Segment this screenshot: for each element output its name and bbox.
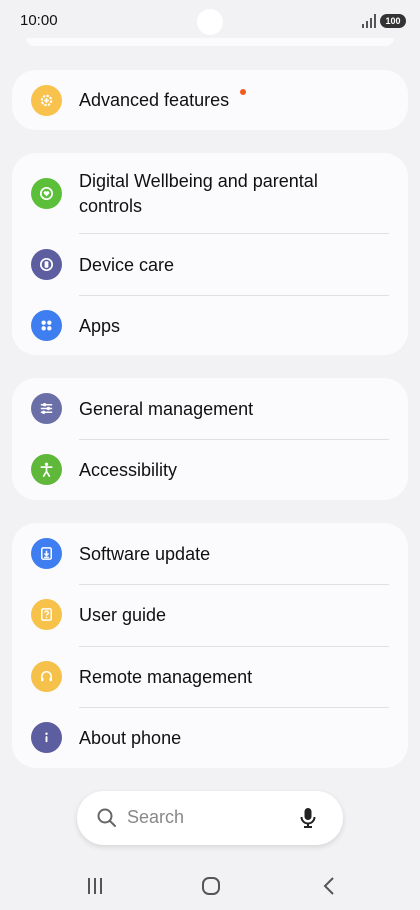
apps-label: Apps <box>79 316 121 336</box>
previous-card-edge <box>26 38 394 46</box>
accessibility-label: Accessibility <box>79 460 178 480</box>
general-management-label: General management <box>79 399 254 419</box>
digital-wellbeing-label-line2: controls <box>79 196 143 216</box>
settings-item-user-guide[interactable]: User guide <box>12 584 408 646</box>
sliders-icon <box>31 393 62 424</box>
settings-item-apps[interactable]: Apps <box>12 295 408 355</box>
about-phone-label: About phone <box>79 728 182 748</box>
status-time: 10:00 <box>20 12 58 29</box>
settings-item-advanced-features[interactable]: Advanced features <box>12 70 408 130</box>
recent-apps-icon[interactable] <box>83 874 107 898</box>
user-guide-label: User guide <box>79 605 167 625</box>
back-icon[interactable] <box>318 874 342 898</box>
card-support-group: Software update User guide Remote manage… <box>12 523 408 768</box>
settings-item-device-care[interactable]: Device care <box>12 234 408 295</box>
info-icon <box>31 722 62 753</box>
settings-item-software-update[interactable]: Software update <box>12 523 408 584</box>
home-icon[interactable] <box>199 874 223 898</box>
search-icon <box>97 808 116 827</box>
software-update-label: Software update <box>79 544 211 564</box>
battery-level: 100 <box>385 16 401 26</box>
device-care-icon <box>31 249 62 280</box>
digital-wellbeing-label-line1: Digital Wellbeing and parental <box>79 171 318 191</box>
signal-icon <box>362 14 376 28</box>
settings-item-remote-management[interactable]: Remote management <box>12 646 408 707</box>
question-book-icon <box>31 599 62 630</box>
navigation-bar <box>0 862 420 910</box>
search-bar[interactable]: Search <box>77 791 343 845</box>
remote-management-label: Remote management <box>79 667 253 687</box>
headset-icon <box>31 661 62 692</box>
device-care-label: Device care <box>79 255 175 275</box>
download-icon <box>31 538 62 569</box>
front-camera-cutout <box>197 9 223 35</box>
advanced-features-label: Advanced features <box>79 90 230 110</box>
gear-plus-icon <box>31 85 62 116</box>
heart-circle-icon <box>31 178 62 209</box>
settings-item-about-phone[interactable]: About phone <box>12 707 408 768</box>
accessibility-person-icon <box>31 454 62 485</box>
apps-grid-icon <box>31 310 62 341</box>
settings-item-digital-wellbeing[interactable]: Digital Wellbeing and parental controls <box>12 153 408 234</box>
settings-item-general-management[interactable]: General management <box>12 378 408 439</box>
card-advanced: Advanced features <box>12 70 408 130</box>
card-wellbeing-group: Digital Wellbeing and parental controls … <box>12 153 408 355</box>
microphone-icon[interactable] <box>297 806 319 830</box>
notification-dot <box>240 89 246 95</box>
card-general-group: General management Accessibility <box>12 378 408 500</box>
search-input-placeholder: Search <box>127 807 185 827</box>
battery-icon: 100 <box>380 14 406 28</box>
settings-item-accessibility[interactable]: Accessibility <box>12 439 408 500</box>
